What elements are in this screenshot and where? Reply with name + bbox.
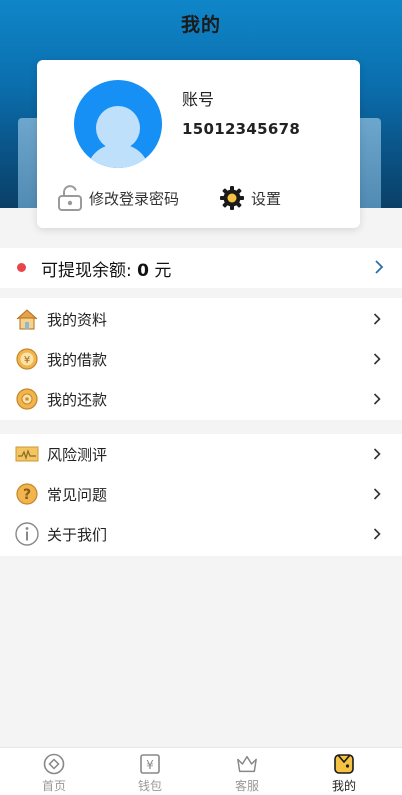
account-phone: 15012345678 <box>182 120 301 138</box>
chevron-right-icon <box>373 353 381 365</box>
chevron-right-icon <box>373 393 381 405</box>
chart-card-icon <box>15 446 39 462</box>
account-label: 账号 <box>182 90 215 109</box>
info-icon <box>15 522 39 546</box>
chevron-right-icon <box>375 260 384 274</box>
tab-label: 钱包 <box>137 779 162 793</box>
crown-icon <box>237 755 257 773</box>
chevron-right-icon <box>373 528 381 540</box>
withdraw-balance-text: 可提现余额: 0 元 <box>41 256 171 281</box>
menu-item-label: 风险测评 <box>47 446 108 464</box>
tab-wallet[interactable]: ¥ 钱包 <box>100 748 200 795</box>
menu-item-label: 我的资料 <box>47 311 108 329</box>
menu-group-2: 风险测评 ? 常见问题 关于我们 <box>0 434 402 556</box>
profile-icon <box>334 754 354 774</box>
avatar[interactable] <box>74 80 162 168</box>
svg-text:?: ? <box>23 487 31 503</box>
home-circle-icon <box>43 753 65 775</box>
menu-item-profile[interactable]: 我的资料 <box>0 299 402 339</box>
menu-item-label: 关于我们 <box>47 526 108 544</box>
coin-icon <box>16 388 38 410</box>
gear-icon <box>220 186 244 210</box>
status-dot <box>17 263 26 272</box>
svg-text:¥: ¥ <box>24 355 30 366</box>
settings-button[interactable]: 设置 <box>219 184 281 212</box>
question-icon: ? <box>16 483 38 505</box>
tab-home[interactable]: 首页 <box>4 748 104 795</box>
withdraw-unit: 元 <box>148 261 172 281</box>
chevron-right-icon <box>373 488 381 500</box>
withdraw-prefix: 可提现余额: <box>41 261 138 281</box>
menu-item-label: 我的借款 <box>47 351 108 369</box>
change-password-label: 修改登录密码 <box>89 189 180 208</box>
tab-mine[interactable]: 我的 <box>294 748 394 795</box>
menu-item-about[interactable]: 关于我们 <box>0 514 402 554</box>
svg-text:¥: ¥ <box>146 758 154 772</box>
profile-card: 账号 15012345678 修改登录密码 设置 <box>37 60 360 228</box>
withdraw-amount: 0 <box>137 261 149 281</box>
tab-label: 我的 <box>331 779 356 793</box>
unlock-icon <box>58 185 82 211</box>
chevron-right-icon <box>373 448 381 460</box>
menu-item-repayments[interactable]: 我的还款 <box>0 379 402 419</box>
menu-item-loans[interactable]: ¥ 我的借款 <box>0 339 402 379</box>
yuan-coin-icon: ¥ <box>16 348 38 370</box>
tab-label: 首页 <box>41 779 66 793</box>
menu-item-label: 常见问题 <box>47 486 108 504</box>
menu-item-risk-assessment[interactable]: 风险测评 <box>0 434 402 474</box>
chevron-right-icon <box>373 313 381 325</box>
change-password-button[interactable]: 修改登录密码 <box>57 184 179 212</box>
settings-label: 设置 <box>251 189 282 208</box>
withdraw-balance-row[interactable]: 可提现余额: 0 元 <box>0 248 402 288</box>
page-title: 我的 <box>180 14 221 36</box>
house-icon <box>16 309 38 330</box>
menu-item-faq[interactable]: ? 常见问题 <box>0 474 402 514</box>
menu-group-1: 我的资料 ¥ 我的借款 我的还款 <box>0 298 402 420</box>
bottom-tab-bar: 首页 ¥ 钱包 客服 我的 <box>0 747 402 795</box>
tab-customer-service[interactable]: 客服 <box>197 748 297 795</box>
avatar-body-icon <box>88 144 148 168</box>
tab-label: 客服 <box>234 779 259 793</box>
wallet-yuan-icon: ¥ <box>140 754 160 774</box>
menu-item-label: 我的还款 <box>47 391 108 409</box>
